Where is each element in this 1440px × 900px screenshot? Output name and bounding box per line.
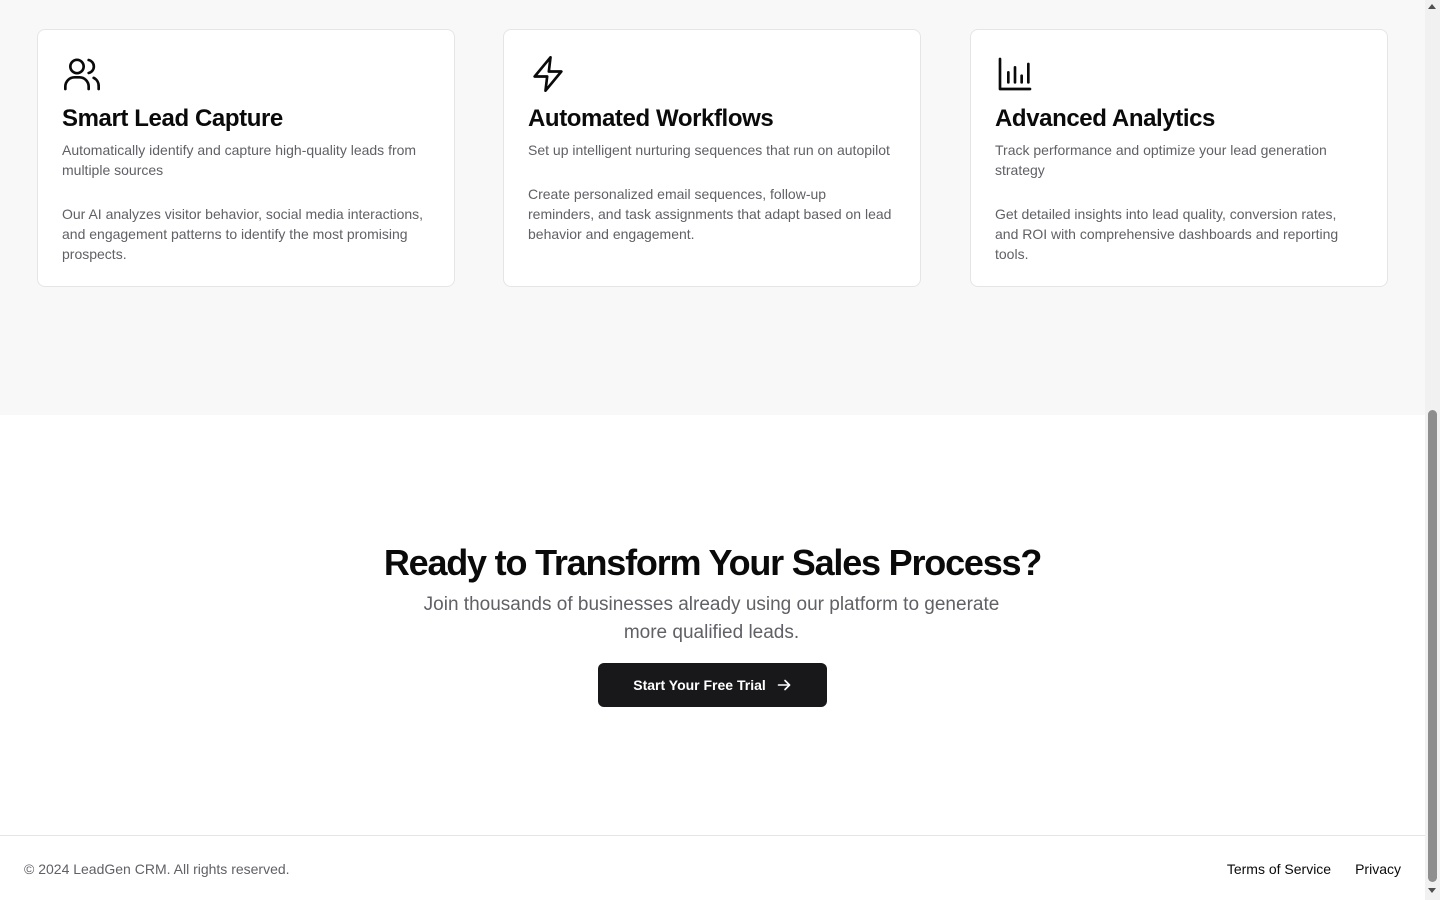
arrow-right-icon [776, 677, 792, 693]
feature-subtitle: Set up intelligent nurturing sequences t… [528, 142, 890, 158]
users-icon [62, 54, 102, 94]
start-free-trial-button[interactable]: Start Your Free Trial [598, 663, 827, 707]
feature-description: Our AI analyzes visitor behavior, social… [62, 206, 424, 262]
features-section: Smart Lead Capture Automatically identif… [0, 0, 1425, 415]
page: Smart Lead Capture Automatically identif… [0, 0, 1425, 900]
feature-subtitle: Automatically identify and capture high-… [62, 142, 417, 178]
feature-title: Smart Lead Capture [62, 105, 283, 132]
feature-title: Advanced Analytics [995, 105, 1215, 132]
scrollbar-thumb[interactable] [1428, 410, 1437, 882]
start-free-trial-label: Start Your Free Trial [633, 677, 766, 693]
footer: © 2024 LeadGen CRM. All rights reserved.… [0, 835, 1425, 900]
feature-description: Get detailed insights into lead quality,… [995, 206, 1339, 262]
bar-chart-icon [995, 54, 1035, 94]
feature-subtitle: Track performance and optimize your lead… [995, 142, 1327, 178]
feature-card-advanced-analytics: Advanced Analytics Track performance and… [970, 29, 1388, 287]
terms-of-service-link[interactable]: Terms of Service [1227, 860, 1331, 878]
lightning-bolt-icon [528, 54, 568, 94]
feature-card-automated-workflows: Automated Workflows Set up intelligent n… [503, 29, 921, 287]
vertical-scrollbar[interactable] [1425, 0, 1440, 900]
scroll-up-arrow-icon[interactable] [1428, 4, 1436, 9]
cta-section: Ready to Transform Your Sales Process? J… [0, 415, 1425, 835]
cta-heading: Ready to Transform Your Sales Process? [383, 542, 1043, 583]
feature-title: Automated Workflows [528, 105, 774, 132]
feature-card-smart-lead-capture: Smart Lead Capture Automatically identif… [37, 29, 455, 287]
scroll-down-arrow-icon[interactable] [1428, 888, 1436, 893]
cta-subheading: Join thousands of businesses already usi… [423, 594, 1000, 643]
copyright-text: © 2024 LeadGen CRM. All rights reserved. [24, 861, 290, 877]
feature-description: Create personalized email sequences, fol… [528, 186, 892, 242]
footer-links: Terms of Service Privacy [1227, 860, 1401, 878]
privacy-link[interactable]: Privacy [1355, 860, 1401, 878]
